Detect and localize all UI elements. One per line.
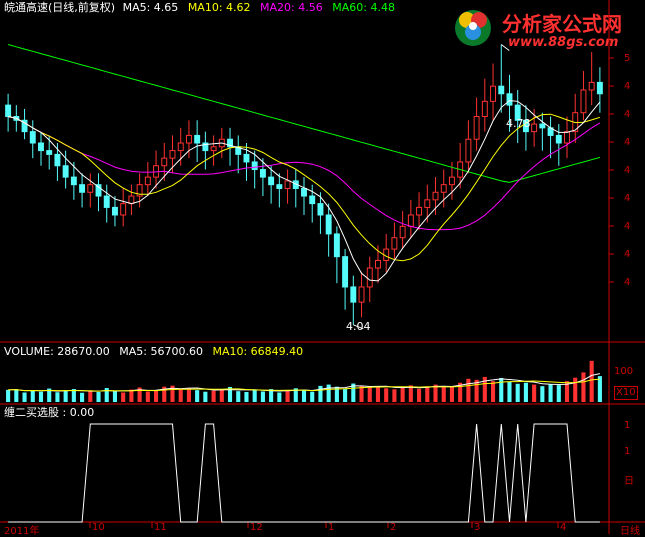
candle-body bbox=[440, 184, 447, 193]
candle-body bbox=[448, 176, 455, 186]
candle-body bbox=[210, 146, 217, 152]
candle-body bbox=[70, 176, 77, 186]
candle-body bbox=[481, 100, 488, 117]
high-price-marker: 4.78 bbox=[506, 117, 531, 130]
candle-body bbox=[5, 104, 12, 117]
candle-body bbox=[95, 184, 102, 197]
candle-body bbox=[539, 123, 546, 129]
candle-body bbox=[366, 267, 373, 288]
candle-body bbox=[169, 150, 176, 159]
candle-body bbox=[424, 199, 431, 208]
candle-body bbox=[161, 157, 168, 167]
candle-body bbox=[317, 203, 324, 216]
candle-body bbox=[506, 93, 513, 106]
candle-body bbox=[465, 138, 472, 163]
candle-body bbox=[342, 256, 349, 288]
candle-body bbox=[194, 134, 201, 144]
candle-body bbox=[596, 81, 603, 95]
candle-body bbox=[375, 259, 381, 269]
candle-body bbox=[251, 161, 258, 171]
candle-body bbox=[391, 237, 398, 250]
candle-body bbox=[358, 286, 365, 303]
candle-body bbox=[498, 85, 505, 95]
candle-body bbox=[29, 131, 36, 144]
candle-body bbox=[564, 131, 570, 144]
candle-body bbox=[111, 206, 118, 216]
candle-body bbox=[87, 184, 94, 193]
candle-body bbox=[103, 195, 110, 208]
candle-body bbox=[185, 134, 192, 144]
candle-body bbox=[432, 191, 439, 201]
candle-body bbox=[54, 153, 61, 167]
candle-body bbox=[325, 214, 332, 235]
signal-line bbox=[8, 423, 600, 523]
candle-body bbox=[268, 176, 275, 186]
candle-body bbox=[580, 89, 587, 114]
candle-body bbox=[301, 187, 307, 197]
candle-body bbox=[128, 195, 135, 205]
stock-chart[interactable] bbox=[0, 0, 645, 534]
candle-body bbox=[144, 176, 151, 186]
candle-body bbox=[473, 115, 480, 140]
candle-body bbox=[79, 184, 86, 193]
candle-body bbox=[588, 81, 595, 91]
candle-body bbox=[120, 203, 127, 216]
candle-body bbox=[243, 153, 250, 163]
ma60-line bbox=[7, 44, 601, 183]
candle-body bbox=[399, 225, 406, 239]
candle-body bbox=[490, 85, 497, 102]
candle-body bbox=[407, 214, 414, 227]
candle-body bbox=[555, 134, 562, 144]
candle-body bbox=[46, 150, 53, 155]
candle-body bbox=[62, 165, 69, 178]
high-pointer bbox=[500, 44, 510, 51]
candle-body bbox=[350, 286, 357, 303]
candle-body bbox=[309, 195, 316, 205]
candle-body bbox=[259, 169, 266, 178]
candle-body bbox=[333, 233, 340, 258]
candle-body bbox=[276, 184, 283, 189]
candle-body bbox=[416, 206, 423, 216]
low-price-marker: 4.04 bbox=[346, 320, 371, 333]
candle-body bbox=[177, 142, 184, 152]
candle-body bbox=[284, 180, 291, 189]
candle-body bbox=[38, 142, 44, 152]
candle-body bbox=[531, 123, 538, 133]
